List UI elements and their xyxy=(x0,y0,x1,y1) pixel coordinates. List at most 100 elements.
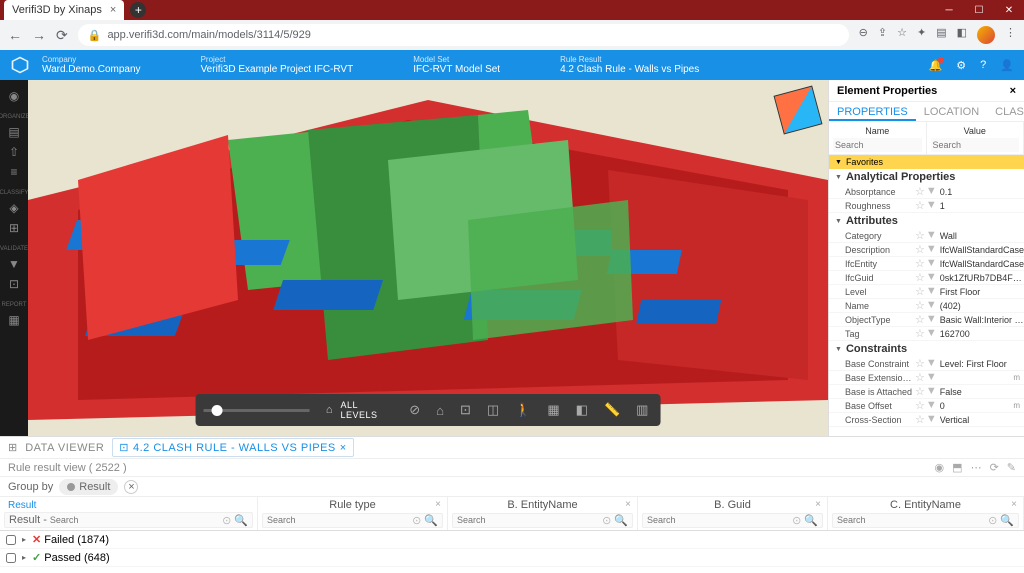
filter-icon[interactable]: ▼ xyxy=(926,357,937,370)
grid-icon[interactable]: ▥ xyxy=(632,398,652,422)
star-icon[interactable]: ☆ xyxy=(915,313,925,326)
star-icon[interactable]: ☆ xyxy=(915,413,925,426)
tab-classification[interactable]: CLASSIFICATI xyxy=(987,102,1024,121)
isolate-icon[interactable]: ◫ xyxy=(483,398,503,422)
bentity-search-input[interactable] xyxy=(457,515,602,525)
filter-icon[interactable]: ▼ xyxy=(926,185,937,198)
sidepanel-icon[interactable]: ◧ xyxy=(957,26,967,44)
row-checkbox[interactable] xyxy=(6,535,16,545)
result-row[interactable]: ▸Failed (1874) xyxy=(0,531,1024,549)
notifications-icon[interactable]: 🔔 xyxy=(929,59,943,72)
dropdown-icon[interactable]: ⊙ xyxy=(222,514,231,527)
breadcrumb-rule[interactable]: Rule Result 4.2 Clash Rule - Walls vs Pi… xyxy=(560,55,699,75)
filter-icon[interactable]: ▼ xyxy=(926,229,937,242)
star-icon[interactable]: ☆ xyxy=(915,229,925,242)
centity-search-input[interactable] xyxy=(837,515,988,525)
minimize-button[interactable]: ─ xyxy=(934,0,964,20)
filter-icon[interactable]: ▼ xyxy=(926,285,937,298)
row-checkbox[interactable] xyxy=(6,553,16,563)
reload-button[interactable]: ⟳ xyxy=(56,27,68,44)
no-entry-icon[interactable]: ⊘ xyxy=(405,398,424,422)
more-actions-icon[interactable]: ⋯ xyxy=(971,461,982,474)
level-slider[interactable] xyxy=(204,409,310,412)
star-icon[interactable]: ☆ xyxy=(915,185,925,198)
tab-location[interactable]: LOCATION xyxy=(916,102,987,121)
validate-icon[interactable]: ⊡ xyxy=(6,276,22,292)
value-search-input[interactable] xyxy=(931,138,1020,152)
classify-icon[interactable]: ⊞ xyxy=(6,220,22,236)
report-icon[interactable]: ▦ xyxy=(6,312,22,328)
bguid-search-input[interactable] xyxy=(647,515,792,525)
tag-icon[interactable]: ◈ xyxy=(6,200,22,216)
section-icon[interactable]: ▦ xyxy=(543,398,563,422)
profile-avatar[interactable] xyxy=(977,26,995,44)
back-button[interactable]: ← xyxy=(8,27,22,43)
rule-tab[interactable]: ⊡ 4.2 CLASH RULE - WALLS VS PIPES × xyxy=(112,438,353,457)
filter-icon[interactable]: ▼ xyxy=(926,257,937,270)
property-group-header[interactable]: Constraints xyxy=(829,341,1024,357)
3d-viewport[interactable]: ⌂ ALL LEVELS ⊘ ⌂ ⊡ ◫ 🚶 ▦ ◧ 📏 ▥ xyxy=(28,80,828,436)
col-centity[interactable]: C. EntityName xyxy=(890,499,961,511)
help-icon[interactable]: ? xyxy=(980,59,986,72)
all-levels-label[interactable]: ALL LEVELS xyxy=(341,400,392,420)
upload-icon[interactable]: ⇧ xyxy=(6,144,22,160)
clear-col-icon[interactable]: × xyxy=(435,499,441,510)
star-icon[interactable]: ☆ xyxy=(915,399,925,412)
star-icon[interactable]: ☆ xyxy=(915,199,925,212)
filter-icon[interactable]: ▼ xyxy=(926,313,937,326)
clear-col-icon[interactable]: × xyxy=(625,499,631,510)
share-icon[interactable]: ⇪ xyxy=(878,26,887,44)
clear-col-icon[interactable]: × xyxy=(1011,499,1017,510)
close-window-button[interactable]: ✕ xyxy=(994,0,1024,20)
filter-icon[interactable]: ▼ xyxy=(926,243,937,256)
star-icon[interactable]: ☆ xyxy=(915,327,925,340)
col-bentity[interactable]: B. EntityName xyxy=(507,499,577,511)
filter-icon[interactable]: ▼ xyxy=(926,271,937,284)
filter-icon[interactable]: ▼ xyxy=(926,327,937,340)
breadcrumb-modelset[interactable]: Model Set IFC-RVT Model Set xyxy=(413,55,500,75)
settings-icon[interactable]: ⚙ xyxy=(956,59,966,72)
edit-icon[interactable]: ✎ xyxy=(1007,461,1016,474)
result-row[interactable]: ▸Passed (648) xyxy=(0,549,1024,567)
home-view-icon[interactable]: ⌂ xyxy=(432,399,448,422)
ruletype-search-input[interactable] xyxy=(267,515,412,525)
clear-groupby-icon[interactable]: × xyxy=(124,480,138,494)
property-group-header[interactable]: Attributes xyxy=(829,213,1024,229)
menu-icon[interactable]: ⋮ xyxy=(1005,26,1016,44)
refresh-icon[interactable]: ⟳ xyxy=(990,461,999,474)
export-icon[interactable]: ⬒ xyxy=(952,461,962,474)
star-icon[interactable]: ☆ xyxy=(915,299,925,312)
clip-icon[interactable]: ◧ xyxy=(572,398,592,422)
address-bar[interactable]: 🔒 app.verifi3d.com/main/models/3114/5/92… xyxy=(78,24,849,46)
filter-icon[interactable]: ▼ xyxy=(926,199,937,212)
result-search-input[interactable] xyxy=(50,515,222,525)
layers-icon[interactable]: ≡ xyxy=(6,164,22,180)
home-icon[interactable]: ◉ xyxy=(6,88,22,104)
walk-icon[interactable]: 🚶 xyxy=(511,398,535,422)
filter-icon[interactable]: ▼ xyxy=(926,413,937,426)
name-search-input[interactable] xyxy=(833,138,922,152)
forward-button[interactable]: → xyxy=(32,27,46,43)
filter-icon[interactable]: ▼ xyxy=(926,299,937,312)
measure-icon[interactable]: 📏 xyxy=(600,398,624,422)
maximize-button[interactable]: ☐ xyxy=(964,0,994,20)
col-ruletype[interactable]: Rule type xyxy=(329,499,375,511)
breadcrumb-project[interactable]: Project Verifi3D Example Project IFC-RVT xyxy=(201,55,354,75)
star-icon[interactable]: ☆ xyxy=(915,285,925,298)
favorites-section[interactable]: Favorites xyxy=(829,155,1024,169)
star-icon[interactable]: ☆ xyxy=(915,357,925,370)
star-icon[interactable]: ☆ xyxy=(915,271,925,284)
fit-icon[interactable]: ⊡ xyxy=(456,398,475,422)
expand-icon[interactable]: ▸ xyxy=(22,553,26,562)
star-icon[interactable]: ☆ xyxy=(915,385,925,398)
filter-icon[interactable]: ▼ xyxy=(926,399,937,412)
groupby-chip[interactable]: Result xyxy=(59,479,118,495)
tab-properties[interactable]: PROPERTIES xyxy=(829,102,916,121)
list-icon[interactable]: ▤ xyxy=(6,124,22,140)
extensions-icon[interactable]: ✦ xyxy=(917,26,926,44)
search-icon[interactable]: 🔍 xyxy=(234,514,248,527)
col-bguid[interactable]: B. Guid xyxy=(714,499,751,511)
star-icon[interactable]: ☆ xyxy=(915,243,925,256)
zoom-icon[interactable]: ⊖ xyxy=(859,26,868,44)
property-group-header[interactable]: Analytical Properties xyxy=(829,169,1024,185)
